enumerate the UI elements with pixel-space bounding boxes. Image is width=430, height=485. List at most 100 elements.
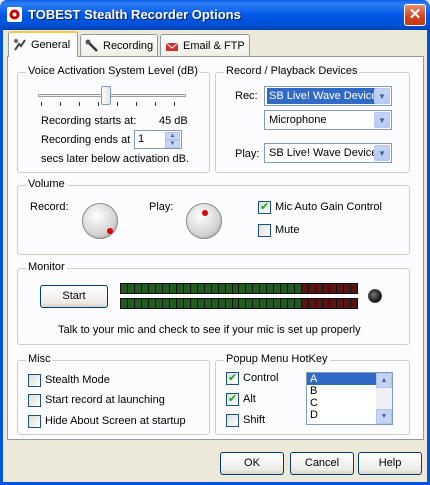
tab-email-ftp[interactable]: Email & FTP: [160, 34, 250, 56]
meter-segment: [316, 299, 323, 308]
list-item[interactable]: A: [307, 373, 377, 385]
meter-segment: [134, 284, 141, 293]
list-item[interactable]: B: [307, 385, 377, 397]
stealth-mode-checkbox[interactable]: [28, 374, 41, 387]
record-volume-label: Record:: [30, 201, 69, 213]
rec-label: Rec:: [235, 90, 258, 102]
rec-line-select[interactable]: Microphone ▼: [264, 110, 392, 130]
meter-segment: [162, 284, 169, 293]
meter-segment: [281, 299, 288, 308]
recording-starts-label: Recording starts at:: [41, 115, 137, 127]
email-ftp-icon: [165, 42, 179, 51]
meter-segment: [204, 299, 211, 308]
meter-segment: [183, 284, 190, 293]
hide-about-checkbox[interactable]: [28, 415, 41, 428]
meter-segment: [176, 299, 183, 308]
meter-segment: [316, 284, 323, 293]
rec-device-select[interactable]: SB Live! Wave Device ▼: [264, 86, 392, 106]
meter-segment: [218, 299, 225, 308]
slider-tick: [41, 102, 42, 106]
meter-segment: [239, 284, 246, 293]
spin-down-icon[interactable]: ▼: [165, 140, 180, 148]
monitor-led-icon: [368, 289, 382, 303]
start-monitor-label: Start: [62, 290, 86, 302]
meter-segment: [274, 284, 281, 293]
recording-ends-spinner[interactable]: 1 ▲ ▼: [134, 130, 182, 149]
devices-label: Record / Playback Devices: [224, 65, 360, 77]
spin-up-icon[interactable]: ▲: [165, 132, 180, 140]
title-bar[interactable]: TOBEST Stealth Recorder Options ✕: [0, 0, 430, 30]
misc-label: Misc: [26, 353, 53, 365]
play-volume-knob[interactable]: [186, 203, 222, 239]
meter-segment: [274, 299, 281, 308]
cancel-label: Cancel: [304, 457, 340, 469]
meter-segment: [267, 284, 274, 293]
list-item[interactable]: C: [307, 397, 377, 409]
cancel-button[interactable]: Cancel: [290, 452, 354, 475]
slider-tick: [117, 102, 118, 106]
scroll-down-icon[interactable]: ▼: [376, 409, 392, 424]
meter-segment: [176, 284, 183, 293]
mute-checkbox[interactable]: [258, 224, 271, 237]
meter-segment: [127, 299, 134, 308]
meter-segment: [239, 299, 246, 308]
alt-checkbox[interactable]: [226, 392, 239, 406]
close-button[interactable]: ✕: [404, 4, 426, 26]
list-item[interactable]: D: [307, 409, 377, 421]
slider-tick: [155, 102, 156, 106]
activation-level-track: [38, 94, 186, 97]
stealth-mode-label: Stealth Mode: [45, 374, 110, 386]
level-meter-right: [120, 298, 358, 309]
meter-segment: [344, 284, 350, 293]
meter-segment: [281, 284, 288, 293]
meter-segment: [162, 299, 169, 308]
start-record-label: Start record at launching: [45, 394, 165, 406]
meter-segment: [155, 284, 162, 293]
chevron-down-icon[interactable]: ▼: [374, 88, 390, 104]
meter-segment: [302, 299, 309, 308]
tab-email-ftp-label: Email & FTP: [183, 39, 245, 52]
start-record-checkbox[interactable]: [28, 394, 41, 407]
meter-segment: [169, 284, 176, 293]
meter-segment: [330, 299, 337, 308]
scroll-up-icon[interactable]: ▲: [376, 373, 392, 388]
meter-segment: [302, 284, 309, 293]
meter-segment: [295, 284, 302, 293]
ok-button[interactable]: OK: [220, 452, 284, 475]
meter-segment: [309, 299, 316, 308]
meter-segment: [246, 299, 253, 308]
mic-agc-checkbox[interactable]: [258, 200, 271, 214]
hotkey-key-list[interactable]: A B C D ▲ ▼: [306, 372, 393, 425]
monitor-hint: Talk to your mic and check to see if you…: [58, 324, 361, 336]
mic-agc-label: Mic Auto Gain Control: [275, 201, 382, 213]
chevron-down-icon[interactable]: ▼: [374, 145, 390, 161]
record-volume-knob[interactable]: [82, 203, 118, 239]
meter-segment: [232, 299, 239, 308]
activation-level-slider[interactable]: [101, 86, 111, 105]
knob-indicator: [202, 210, 208, 216]
meter-segment: [295, 299, 302, 308]
meter-segment: [127, 284, 134, 293]
shift-checkbox[interactable]: [226, 414, 239, 427]
meter-segment: [337, 299, 343, 308]
meter-segment: [121, 299, 127, 308]
tab-recording[interactable]: Recording: [80, 34, 158, 56]
volume-label: Volume: [26, 178, 67, 190]
chevron-down-icon[interactable]: ▼: [374, 112, 390, 128]
control-checkbox[interactable]: [226, 371, 239, 385]
meter-segment: [225, 284, 232, 293]
meter-segment: [218, 284, 225, 293]
meter-segment: [246, 284, 253, 293]
meter-segment: [148, 299, 155, 308]
list-scrollbar[interactable]: ▲ ▼: [376, 373, 392, 424]
slider-tick: [98, 102, 99, 106]
tab-general[interactable]: General: [8, 31, 78, 57]
slider-tick: [60, 102, 61, 106]
play-device-select[interactable]: SB Live! Wave Device ▼: [264, 143, 392, 163]
play-label: Play:: [235, 148, 260, 160]
meter-segment: [330, 284, 337, 293]
help-button[interactable]: Help: [358, 452, 422, 475]
meter-segment: [350, 299, 357, 308]
start-monitor-button[interactable]: Start: [40, 285, 108, 308]
meter-segment: [350, 284, 357, 293]
